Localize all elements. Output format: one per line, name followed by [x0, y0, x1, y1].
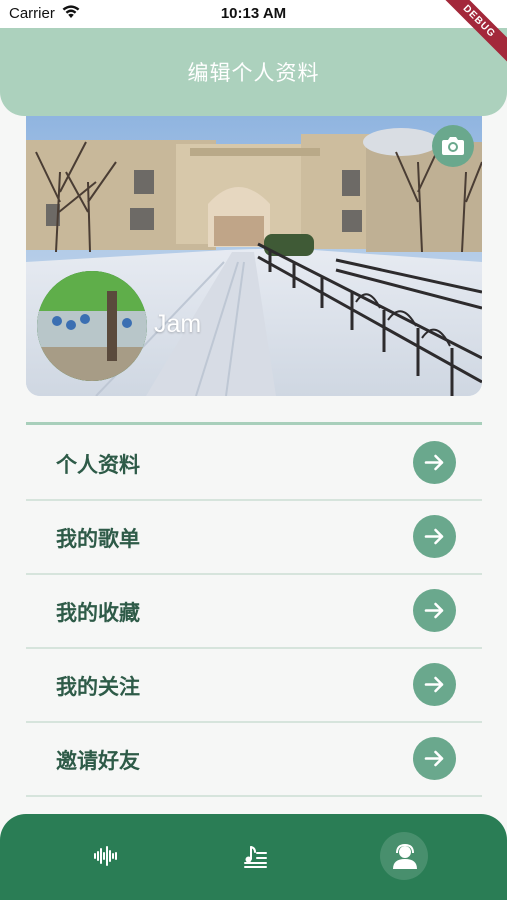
arrow-right-icon[interactable]	[413, 663, 456, 706]
avatar-image	[37, 271, 147, 381]
menu-item-following[interactable]: 我的关注	[26, 647, 482, 723]
menu-item-profile[interactable]: 个人资料	[26, 425, 482, 501]
nav-tab-audio[interactable]	[81, 832, 129, 880]
audio-wave-icon	[94, 846, 117, 866]
status-time: 10:13 AM	[220, 5, 287, 22]
avatar[interactable]	[37, 271, 147, 381]
nav-tab-profile[interactable]	[380, 832, 428, 880]
nav-tab-playlist[interactable]	[230, 832, 278, 880]
arrow-right-icon[interactable]	[413, 589, 456, 632]
arrow-right-icon[interactable]	[413, 515, 456, 558]
menu-item-favorites[interactable]: 我的收藏	[26, 573, 482, 649]
app-bar: 编辑个人资料	[0, 28, 507, 116]
status-bar: Carrier 10:13 AM	[0, 0, 507, 28]
menu-item-invite[interactable]: 邀请好友	[26, 721, 482, 797]
menu-item-label: 邀请好友	[56, 749, 140, 773]
arrow-right-icon[interactable]	[413, 737, 456, 780]
menu-item-label: 我的歌单	[56, 527, 140, 551]
change-cover-button[interactable]	[432, 125, 474, 167]
bottom-nav	[0, 814, 507, 900]
menu-item-label: 我的关注	[56, 675, 140, 699]
arrow-right-icon[interactable]	[413, 441, 456, 484]
menu-item-playlists[interactable]: 我的歌单	[26, 499, 482, 575]
user-profile-icon	[393, 844, 417, 869]
menu-item-label: 我的收藏	[56, 601, 140, 625]
music-list-icon	[244, 846, 267, 868]
page-title: 编辑个人资料	[187, 61, 320, 85]
camera-icon	[442, 137, 464, 155]
menu-item-label: 个人资料	[56, 453, 140, 477]
username: Jam	[154, 310, 202, 338]
